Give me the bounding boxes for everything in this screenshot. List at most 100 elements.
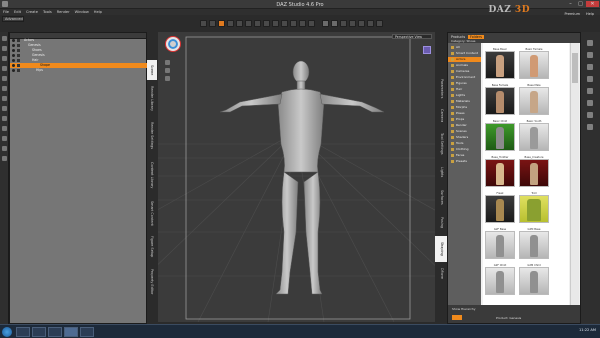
category-item[interactable]: Cameras [448,69,481,74]
translate-tool-icon[interactable] [236,20,243,27]
zoom-icon[interactable] [165,76,170,81]
tab-smart-content[interactable]: Smart Content [147,196,157,230]
scene-tree-row[interactable]: Hips [10,68,148,73]
content-scrollbar[interactable] [570,43,579,305]
scrollbar-thumb[interactable] [572,53,578,83]
lock-icon[interactable] [17,49,20,52]
menu-file[interactable]: File [3,9,9,15]
category-item[interactable]: All [448,45,481,50]
eye-icon[interactable] [12,64,15,67]
category-item[interactable]: Tools [448,141,481,146]
surface-selector-icon[interactable] [281,20,288,27]
frame-icon[interactable] [367,20,374,27]
category-item[interactable]: Smart Content [448,51,481,56]
lock-icon[interactable] [17,69,20,72]
geometry-editor-icon[interactable] [290,20,297,27]
category-item[interactable]: Scenes [448,129,481,134]
taskbar-app-daz-studio[interactable] [64,327,78,337]
pane-options-icon[interactable] [587,40,593,46]
view-mode-icon[interactable] [587,64,593,70]
region-nav-icon[interactable] [272,20,279,27]
lock-icon[interactable] [17,54,20,57]
filter-icon[interactable] [2,76,7,81]
eye-icon[interactable] [12,49,15,52]
render-settings-icon[interactable] [322,20,329,27]
category-item-selected[interactable]: Actors [448,57,481,62]
page-indicator[interactable] [452,315,462,320]
visibility-icon[interactable] [2,86,7,91]
category-item[interactable]: Morphs [448,105,481,110]
maximize-button[interactable]: □ [576,1,585,7]
category-item[interactable]: Shaders [448,135,481,140]
content-thumbnail[interactable]: Basic Child [485,120,515,151]
content-thumbnail[interactable]: Basic Female [519,48,549,79]
category-item[interactable]: Lights [448,93,481,98]
menu-tools[interactable]: Tools [43,9,52,15]
collapse-icon[interactable] [2,126,7,131]
sort-icon[interactable] [587,76,593,82]
category-item[interactable]: Hair [448,87,481,92]
content-thumbnail[interactable]: Base Male [519,84,549,115]
content-thumbnail[interactable]: Freak [485,192,515,223]
eye-icon[interactable] [12,59,15,62]
refresh-icon[interactable] [587,52,593,58]
content-thumbnail[interactable]: Basic Youth [519,120,549,151]
help-icon[interactable] [2,156,7,161]
scale-tool-icon[interactable] [245,20,252,27]
menu-create[interactable]: Create [26,9,38,15]
content-thumbnail[interactable]: Base Basic [485,48,515,79]
category-item[interactable]: Clothing [448,147,481,152]
camera-icon[interactable] [340,20,347,27]
tab-render-library[interactable]: Render Library [147,82,157,116]
eye-icon[interactable] [12,39,15,42]
delete-icon[interactable] [2,56,7,61]
content-thumbnail[interactable]: Base_Creature [519,156,549,187]
tab-posing[interactable]: Posing [435,212,447,234]
taskbar-app-media[interactable] [48,327,62,337]
tab-dform[interactable]: DForm [435,264,447,284]
render-icon[interactable] [308,20,315,27]
content-thumbnail[interactable]: G2F Base [485,228,515,259]
tab-figure-setup[interactable]: Figure Setup [147,232,157,262]
camera-selector[interactable]: Perspective View [392,34,432,39]
category-item[interactable]: Render [448,123,481,128]
help-link[interactable]: Help [586,12,594,16]
tab-render-settings[interactable]: Render Settings [147,118,157,154]
start-button[interactable] [2,327,12,337]
eye-icon[interactable] [12,44,15,47]
tab-parameters[interactable]: Parameters [435,74,447,104]
lock-icon[interactable] [17,64,20,67]
iray-icon[interactable] [331,20,338,27]
viewport-navigation-icon[interactable] [166,37,180,51]
pan-icon[interactable] [165,68,170,73]
view-cube-icon[interactable] [423,46,431,54]
taskbar-app-explorer[interactable] [16,327,30,337]
add-icon[interactable] [2,46,7,51]
lock-icon[interactable] [2,96,7,101]
settings-icon[interactable] [2,146,7,151]
scene-tree-row-selected[interactable]: Shape [10,63,148,68]
workspace-tab[interactable]: Advanced [2,16,24,22]
content-thumbnail[interactable]: G2F Child [485,264,515,295]
node-weight-tool-icon[interactable] [254,20,261,27]
select-tool-icon[interactable] [200,20,207,27]
menu-window[interactable]: Window [75,9,89,15]
content-thumbnail[interactable]: Troll [519,192,549,223]
show-hierarchy-checkbox[interactable]: Show Hierarchy [452,307,476,311]
lock-icon[interactable] [17,39,20,42]
category-item[interactable]: Animals [448,63,481,68]
tab-content-library[interactable]: Content Library [147,156,157,194]
rotate-tool-icon[interactable] [227,20,234,27]
tab-surfaces[interactable]: Surfaces [435,184,447,210]
options-icon[interactable] [2,116,7,121]
tab-shaping[interactable]: Shaping [435,236,447,262]
content-thumbnail[interactable]: Base_Toddler [485,156,515,187]
category-item[interactable]: Props [448,117,481,122]
spot-render-icon[interactable] [299,20,306,27]
content-thumbnail[interactable]: G2M Child [519,264,549,295]
search-icon[interactable] [587,112,593,118]
primitive-icon[interactable] [358,20,365,27]
category-item[interactable]: Faces [448,153,481,158]
joint-editor-icon[interactable] [263,20,270,27]
universal-tool-icon[interactable] [209,20,216,27]
